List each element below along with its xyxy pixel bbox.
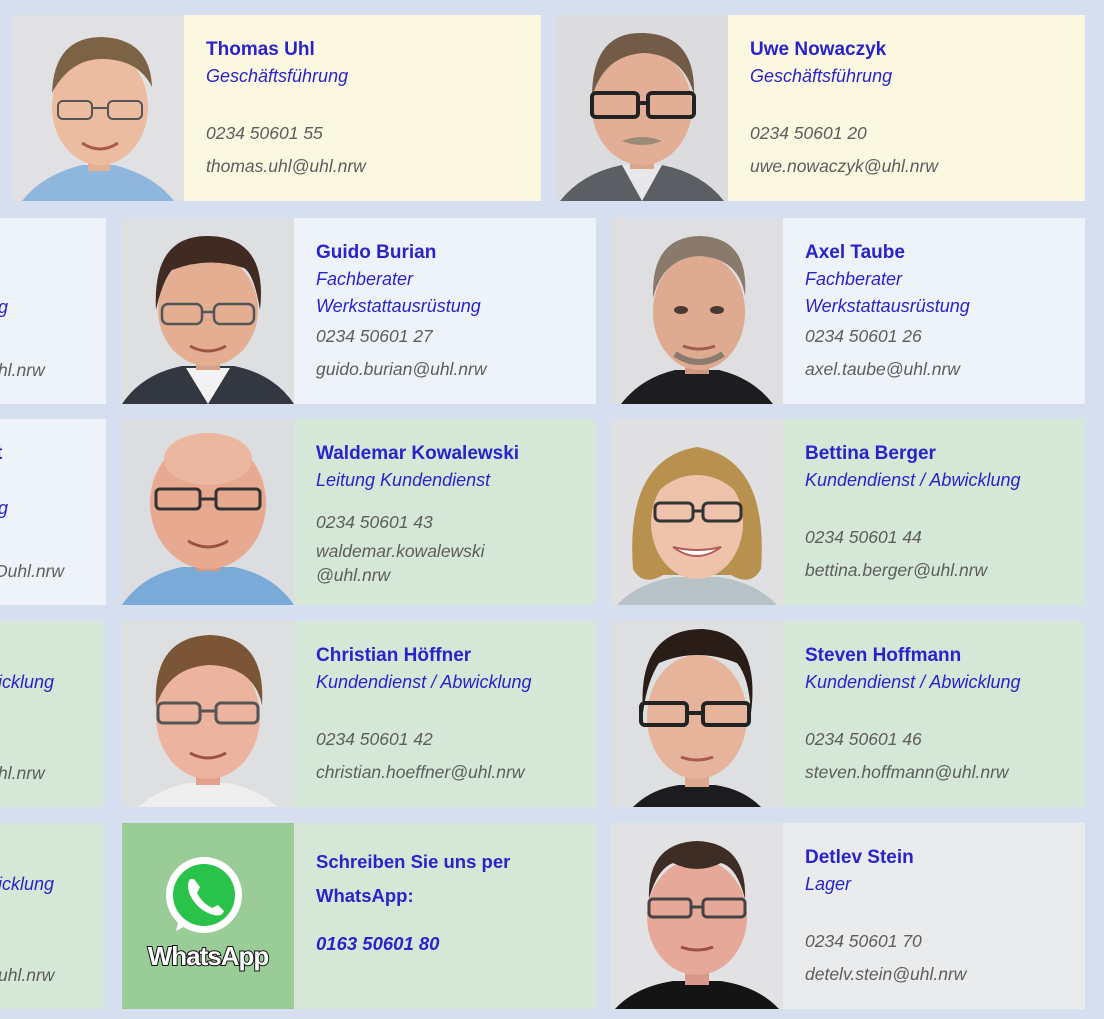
portrait-christian-hoeffner xyxy=(122,621,294,807)
contact-card-partial-row2: g hl.nrw xyxy=(0,218,106,404)
whatsapp-wordmark: WhatsApp xyxy=(147,940,271,972)
contact-card-waldemar-kowalewski: Waldemar Kowalewski Leitung Kundendienst… xyxy=(122,419,596,605)
phone-waldemar-kowalewski[interactable]: 0234 50601 43 xyxy=(316,506,485,539)
email-uwe-nowaczyk[interactable]: uwe.nowaczyk@uhl.nrw xyxy=(750,150,938,183)
contact-card-uwe-nowaczyk: Uwe Nowaczyk Geschäftsführung 0234 50601… xyxy=(556,15,1085,201)
whatsapp-phone[interactable]: 0163 50601 80 xyxy=(316,933,596,955)
role-christian-hoeffner: Kundendienst / Abwicklung xyxy=(316,672,532,692)
email-axel-taube[interactable]: axel.taube@uhl.nrw xyxy=(805,353,960,386)
role-detlev-stein: Lager xyxy=(805,874,852,894)
email-christian-hoeffner[interactable]: christian.hoeffner@uhl.nrw xyxy=(316,756,524,789)
portrait-steven-hoffmann xyxy=(611,621,783,807)
portrait-bettina-berger xyxy=(611,419,783,605)
email-bettina-berger[interactable]: bettina.berger@uhl.nrw xyxy=(805,554,987,587)
contact-card-whatsapp: WhatsApp Schreiben Sie uns per WhatsApp:… xyxy=(122,823,596,1009)
portrait-uwe-nowaczyk xyxy=(556,15,728,201)
whatsapp-prompt-line1: Schreiben Sie uns per xyxy=(316,851,511,872)
role-bettina-berger: Kundendienst / Abwicklung xyxy=(805,470,1021,490)
name-christian-hoeffner: Christian Höffner xyxy=(316,645,472,666)
name-steven-hoffmann: Steven Hoffmann xyxy=(805,645,962,666)
contact-card-detlev-stein: Detlev Stein Lager 0234 50601 70 detelv.… xyxy=(611,823,1085,1009)
contact-card-guido-burian: Guido Burian Fachberater Werkstattausrüs… xyxy=(122,218,596,404)
whatsapp-icon xyxy=(122,823,294,1009)
portrait-guido-burian xyxy=(122,218,294,404)
phone-christian-hoeffner[interactable]: 0234 50601 42 xyxy=(316,723,524,756)
email-waldemar-kowalewski-2[interactable]: @uhl.nrw xyxy=(316,563,485,587)
phone-thomas-uhl[interactable]: 0234 50601 55 xyxy=(206,117,366,150)
email-steven-hoffmann[interactable]: steven.hoffmann@uhl.nrw xyxy=(805,756,1009,789)
phone-axel-taube[interactable]: 0234 50601 26 xyxy=(805,320,960,353)
contact-card-christian-hoeffner: Christian Höffner Kundendienst / Abwickl… xyxy=(122,621,596,807)
role-waldemar-kowalewski: Leitung Kundendienst xyxy=(316,470,491,490)
phone-steven-hoffmann[interactable]: 0234 50601 46 xyxy=(805,723,1009,756)
role-axel-taube-2: Werkstattausrüstung xyxy=(805,296,970,316)
email-partial-row3[interactable]: Ouhl.nrw xyxy=(0,555,64,588)
phone-detlev-stein[interactable]: 0234 50601 70 xyxy=(805,925,966,958)
contact-card-steven-hoffmann: Steven Hoffmann Kundendienst / Abwicklun… xyxy=(611,621,1085,807)
portrait-detlev-stein xyxy=(611,823,783,1009)
name-detlev-stein: Detlev Stein xyxy=(805,847,914,868)
name-thomas-uhl: Thomas Uhl xyxy=(206,39,315,60)
role-partial-row5: icklung xyxy=(0,874,55,894)
contact-card-thomas-uhl: Thomas Uhl Geschäftsführung 0234 50601 5… xyxy=(12,15,541,201)
portrait-thomas-uhl xyxy=(12,15,184,201)
name-bettina-berger: Bettina Berger xyxy=(805,443,936,464)
email-partial-row4[interactable]: hl.nrw xyxy=(0,757,45,790)
email-thomas-uhl[interactable]: thomas.uhl@uhl.nrw xyxy=(206,150,366,183)
name-guido-burian: Guido Burian xyxy=(316,242,437,263)
name-partial-row3: t xyxy=(0,441,2,467)
email-guido-burian[interactable]: guido.burian@uhl.nrw xyxy=(316,353,487,386)
contact-card-partial-row4: icklung hl.nrw xyxy=(0,621,104,807)
phone-uwe-nowaczyk[interactable]: 0234 50601 20 xyxy=(750,117,938,150)
contact-card-bettina-berger: Bettina Berger Kundendienst / Abwicklung… xyxy=(611,419,1085,605)
role-axel-taube-1: Fachberater xyxy=(805,269,903,289)
email-partial-row2[interactable]: hl.nrw xyxy=(0,354,45,387)
phone-guido-burian[interactable]: 0234 50601 27 xyxy=(316,320,487,353)
role-partial-row3: g xyxy=(0,495,8,522)
role-guido-burian-2: Werkstattausrüstung xyxy=(316,296,481,316)
portrait-waldemar-kowalewski xyxy=(122,419,294,605)
name-uwe-nowaczyk: Uwe Nowaczyk xyxy=(750,39,887,60)
name-waldemar-kowalewski: Waldemar Kowalewski xyxy=(316,443,520,464)
role-thomas-uhl: Geschäftsführung xyxy=(206,66,349,86)
portrait-axel-taube xyxy=(611,218,783,404)
contact-card-partial-row5: icklung uhl.nrw xyxy=(0,823,104,1009)
role-guido-burian-1: Fachberater xyxy=(316,269,414,289)
email-partial-row5[interactable]: uhl.nrw xyxy=(0,959,54,992)
contact-card-partial-row3: t g Ouhl.nrw xyxy=(0,419,106,605)
email-detlev-stein[interactable]: detelv.stein@uhl.nrw xyxy=(805,958,966,991)
email-waldemar-kowalewski-1[interactable]: waldemar.kowalewski xyxy=(316,539,485,563)
phone-bettina-berger[interactable]: 0234 50601 44 xyxy=(805,521,987,554)
whatsapp-prompt-line2: WhatsApp: xyxy=(316,885,414,906)
role-steven-hoffmann: Kundendienst / Abwicklung xyxy=(805,672,1021,692)
role-partial-row2: g xyxy=(0,294,8,321)
contact-card-axel-taube: Axel Taube Fachberater Werkstattausrüstu… xyxy=(611,218,1085,404)
role-uwe-nowaczyk: Geschäftsführung xyxy=(750,66,893,86)
name-axel-taube: Axel Taube xyxy=(805,242,905,263)
whatsapp-logo-tile[interactable]: WhatsApp xyxy=(122,823,294,1009)
role-partial-row4: icklung xyxy=(0,672,55,692)
